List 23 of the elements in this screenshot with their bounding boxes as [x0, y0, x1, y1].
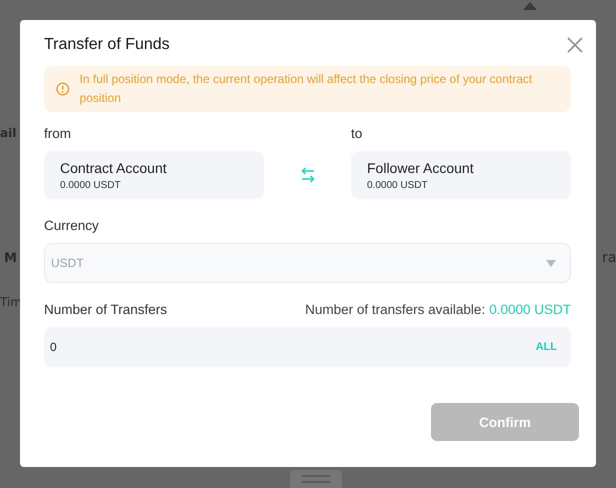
scroll-up-icon[interactable] — [523, 2, 537, 10]
close-button[interactable] — [567, 37, 583, 53]
account-name: Follower Account — [367, 160, 475, 176]
available-label: Number of transfers available: — [305, 302, 486, 317]
background-text: M — [4, 251, 17, 266]
account-card[interactable]: Follower Account 0.0000 USDT — [351, 151, 571, 199]
account-balance: 0.0000 USDT — [367, 180, 429, 190]
dialog-title: Transfer of Funds — [44, 36, 170, 54]
account-card[interactable]: Contract Account 0.0000 USDT — [44, 151, 264, 199]
from-label: from — [44, 126, 72, 141]
background-text: ail — [0, 126, 16, 140]
warning-icon — [56, 82, 70, 96]
swap-icon[interactable] — [300, 167, 314, 183]
caret-icon — [546, 260, 556, 266]
background-text: ra — [602, 250, 616, 266]
amount-label: Number of Transfers — [44, 302, 168, 317]
warning-text: In full position mode, the current operation will affect the closing price of your contract position — [80, 71, 534, 107]
available-amount: 0.0000 USDT — [489, 302, 571, 317]
currency-label: Currency — [44, 218, 100, 233]
amount-field[interactable]: 0 ALL — [44, 327, 571, 367]
account-name: Contract Account — [60, 160, 168, 176]
account-balance: 0.0000 USDT — [60, 180, 122, 190]
to-label: to — [351, 126, 364, 141]
